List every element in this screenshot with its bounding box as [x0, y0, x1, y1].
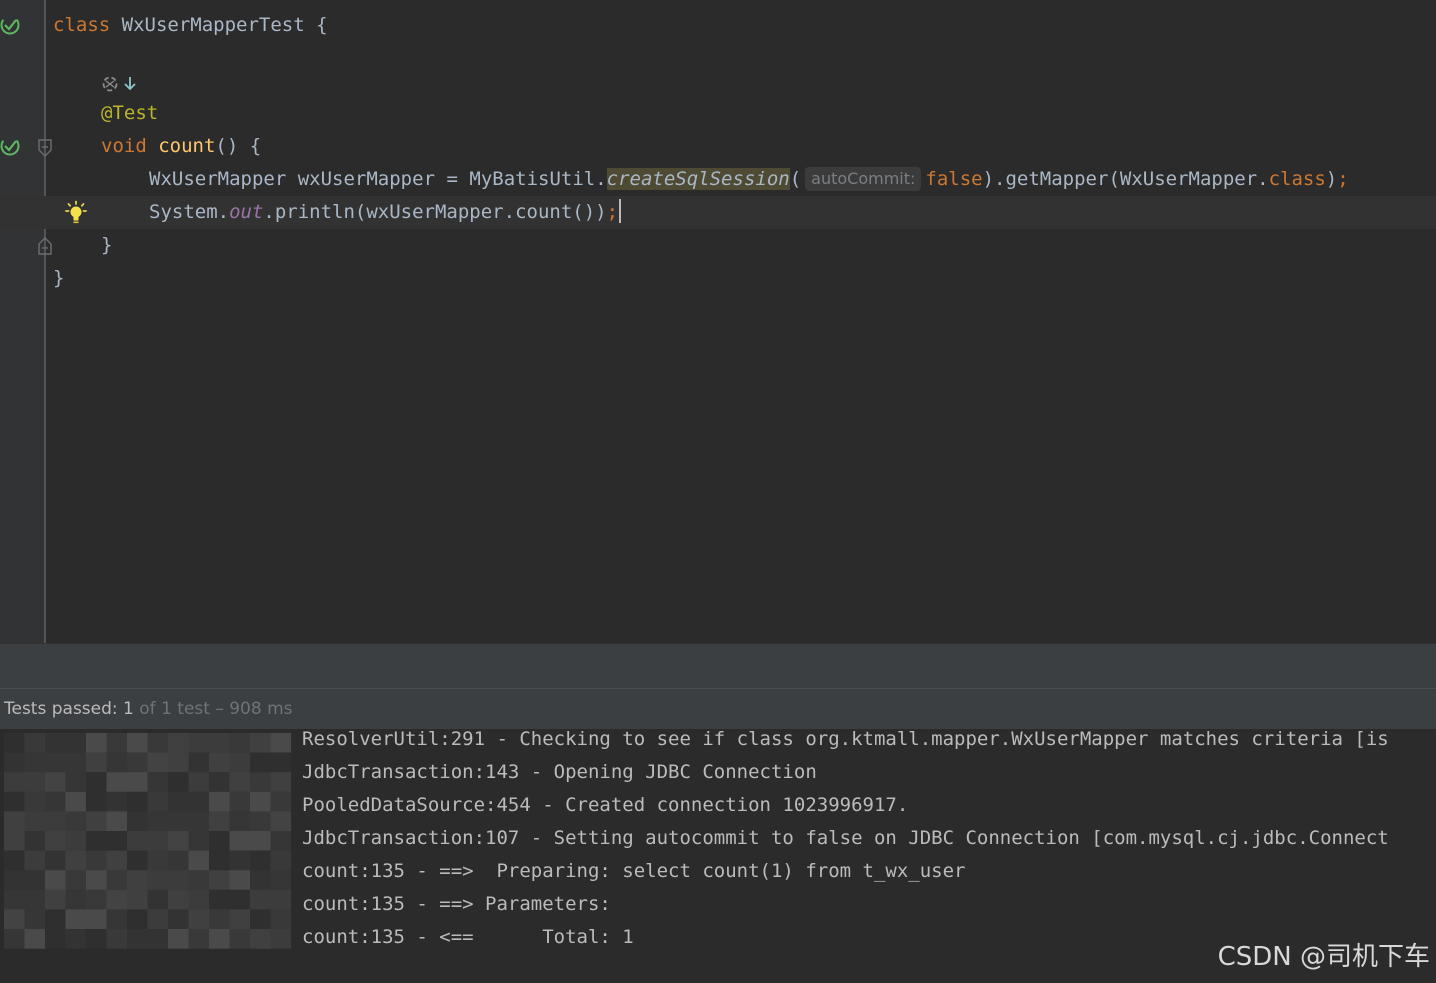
console-line: JdbcTransaction:143 - Opening JDBC Conne…	[302, 761, 817, 783]
keyword: class	[53, 14, 111, 36]
console-line: ResolverUtil:291 - Checking to see if cl…	[302, 729, 1389, 750]
method-params: () {	[215, 135, 262, 157]
code-line-class-end[interactable]: }	[0, 262, 1436, 295]
code-line-annotation[interactable]: @Test	[0, 97, 1436, 130]
console-line: count:135 - <== Total: 1	[302, 926, 634, 948]
code-line-method[interactable]: void count() {	[0, 130, 1436, 163]
tests-summary: of 1 test – 908 ms	[139, 699, 293, 719]
assign-op: =	[446, 168, 458, 190]
code-text: @Test	[101, 97, 158, 130]
semicolon: ;	[606, 201, 619, 223]
lightbulb-icon[interactable]	[63, 200, 89, 226]
get-mapper-call: ).getMapper(WxUserMapper.	[982, 168, 1269, 190]
code-text: void count() {	[101, 130, 261, 163]
static-field-out: out	[229, 201, 264, 223]
paren: (	[789, 168, 802, 190]
class-keyword: class	[1268, 168, 1326, 190]
keyword: void	[101, 135, 147, 157]
code-text: System.out.println(wxUserMapper.count())…	[149, 196, 622, 229]
brace: {	[316, 14, 328, 36]
println-call: .println(wxUserMapper.count())	[263, 201, 607, 223]
class-ref: MyBatisUtil	[469, 168, 596, 190]
test-status-bar: Tests passed: 1 of 1 test – 908 ms	[0, 688, 1436, 730]
paren-close: )	[1325, 168, 1338, 190]
code-line-class[interactable]: class WxUserMapperTest {	[0, 9, 1436, 42]
type-name: WxUserMapper	[149, 168, 287, 190]
tests-passed-label: Tests passed:	[4, 699, 118, 719]
console-line: count:135 - ==> Parameters:	[302, 893, 623, 915]
method-name: count	[158, 135, 216, 157]
dot: .	[595, 168, 607, 190]
class-name: WxUserMapperTest	[121, 14, 305, 36]
semicolon: ;	[1337, 168, 1349, 190]
text-caret	[619, 199, 622, 223]
blurred-region	[4, 733, 292, 949]
fold-marker-icon[interactable]	[37, 139, 53, 157]
code-text: }	[101, 234, 113, 256]
code-line-println[interactable]: System.out.println(wxUserMapper.count())…	[0, 196, 1436, 229]
parameter-hint: autoCommit:	[805, 167, 922, 191]
static-method-call[interactable]: createSqlSession	[606, 168, 790, 190]
code-line-method-end[interactable]: }	[0, 229, 1436, 262]
tests-passed-count: 1	[123, 699, 134, 719]
code-line-mapper[interactable]: WxUserMapper wxUserMapper = MyBatisUtil.…	[0, 163, 1436, 196]
test-passed-icon[interactable]	[0, 14, 21, 36]
watermark: CSDN @司机下车	[1217, 942, 1430, 972]
fold-marker-icon[interactable]	[37, 237, 53, 255]
console-line: count:135 - ==> Preparing: select count(…	[302, 860, 966, 882]
console-line: PooledDataSource:454 - Created connectio…	[302, 794, 909, 816]
code-editor[interactable]: class WxUserMapperTest { @Test void coun…	[0, 0, 1436, 643]
console-line: JdbcTransaction:107 - Setting autocommit…	[302, 827, 1389, 849]
code-text: class WxUserMapperTest {	[53, 9, 328, 42]
test-passed-icon[interactable]	[0, 135, 21, 157]
system-ref: System.	[149, 201, 230, 223]
run-toolbar	[0, 643, 1436, 688]
literal-false: false	[925, 168, 983, 190]
code-text: }	[53, 267, 65, 289]
code-text: WxUserMapper wxUserMapper = MyBatisUtil.…	[149, 163, 1349, 196]
variable-name: wxUserMapper	[297, 168, 436, 190]
annotation: @Test	[101, 102, 159, 124]
implementation-arrow-icon[interactable]	[100, 73, 140, 95]
